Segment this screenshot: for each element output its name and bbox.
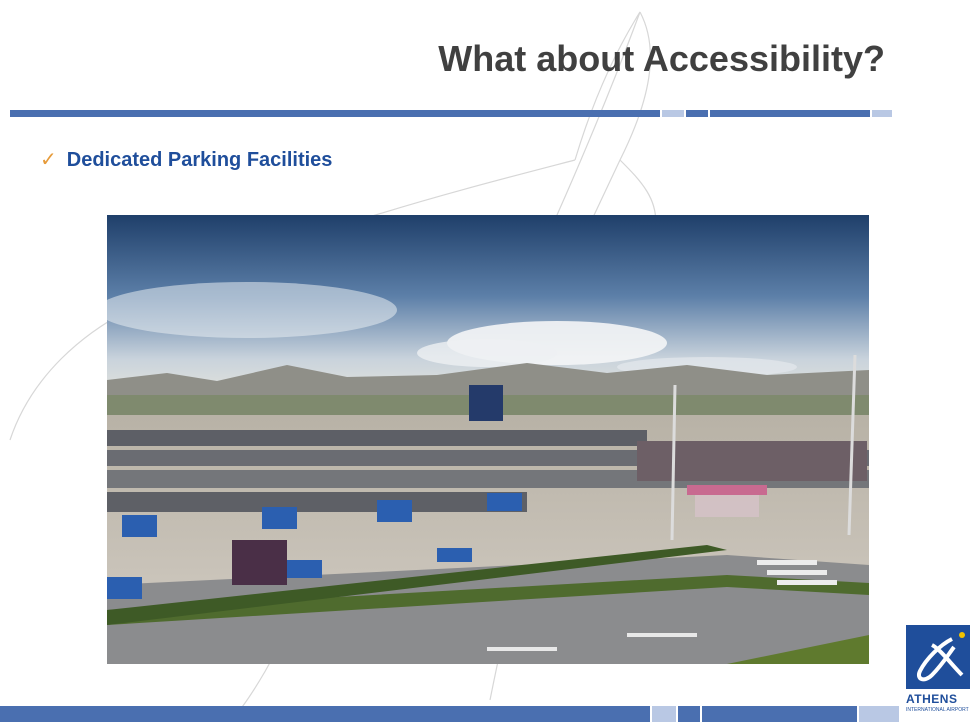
athens-airport-logo: ATHENS INTERNATIONAL AIRPORT [906,625,970,722]
alpha-airport-logo-icon [906,625,970,689]
parking-lot-photo [107,215,869,664]
logo-subtext: INTERNATIONAL AIRPORT [906,707,969,713]
logo-text: ATHENS [906,692,958,706]
bullet-item: ✓ Dedicated Parking Facilities [40,147,332,172]
checkmark-icon: ✓ [40,149,57,171]
bullet-text: Dedicated Parking Facilities [66,149,333,171]
slide-title: What about Accessibility? [438,38,885,79]
